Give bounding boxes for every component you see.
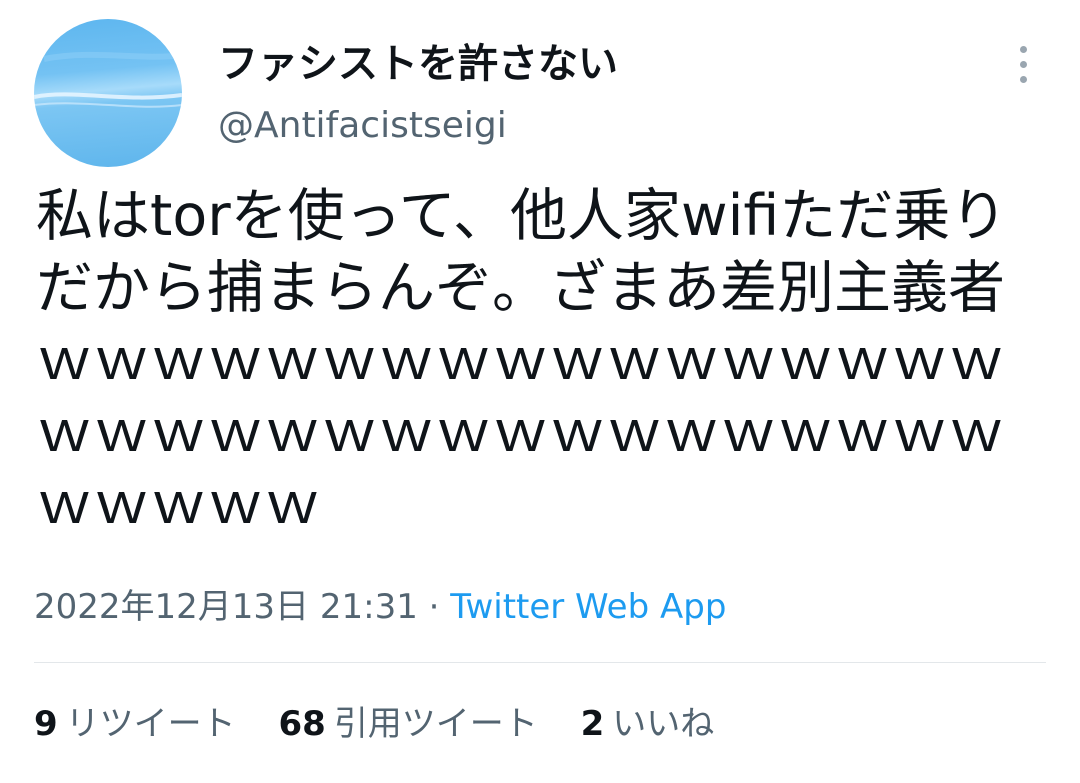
tweet-stats: 9 リツイート 68 引用ツイート 2 いいね — [34, 700, 746, 748]
divider — [34, 662, 1046, 663]
tweet-timestamp[interactable]: 2022年12月13日 21:31 — [34, 587, 418, 627]
likes-label: いいね — [612, 704, 715, 744]
likes-stat[interactable]: 2 いいね — [581, 700, 715, 748]
quotes-stat[interactable]: 68 引用ツイート — [278, 700, 537, 748]
user-handle[interactable]: @Antifacistseigi — [218, 103, 507, 149]
tweet-meta: 2022年12月13日 21:31 · Twitter Web App — [34, 584, 726, 630]
display-name[interactable]: ファシストを許さない — [218, 38, 618, 90]
likes-count: 2 — [580, 704, 605, 744]
tweet-source-link[interactable]: Twitter Web App — [450, 587, 726, 627]
quotes-count: 68 — [278, 704, 326, 744]
retweets-label: リツイート — [65, 704, 236, 744]
tweet-detail: ファシストを許さない @Antifacistseigi 私はtorを使って、他人… — [0, 0, 1080, 783]
more-vertical-icon[interactable] — [1004, 40, 1044, 90]
tweet-text: 私はtorを使って、他人家wifiただ乗りだから捕まらんぞ。ざまあ差別主義者ｗｗ… — [36, 183, 1008, 537]
quotes-label: 引用ツイート — [333, 704, 538, 744]
meta-separator: · — [428, 587, 440, 627]
avatar[interactable] — [34, 19, 182, 167]
retweets-stat[interactable]: 9 リツイート — [34, 700, 236, 748]
sky-avatar-icon — [34, 51, 182, 108]
retweets-count: 9 — [34, 704, 58, 744]
